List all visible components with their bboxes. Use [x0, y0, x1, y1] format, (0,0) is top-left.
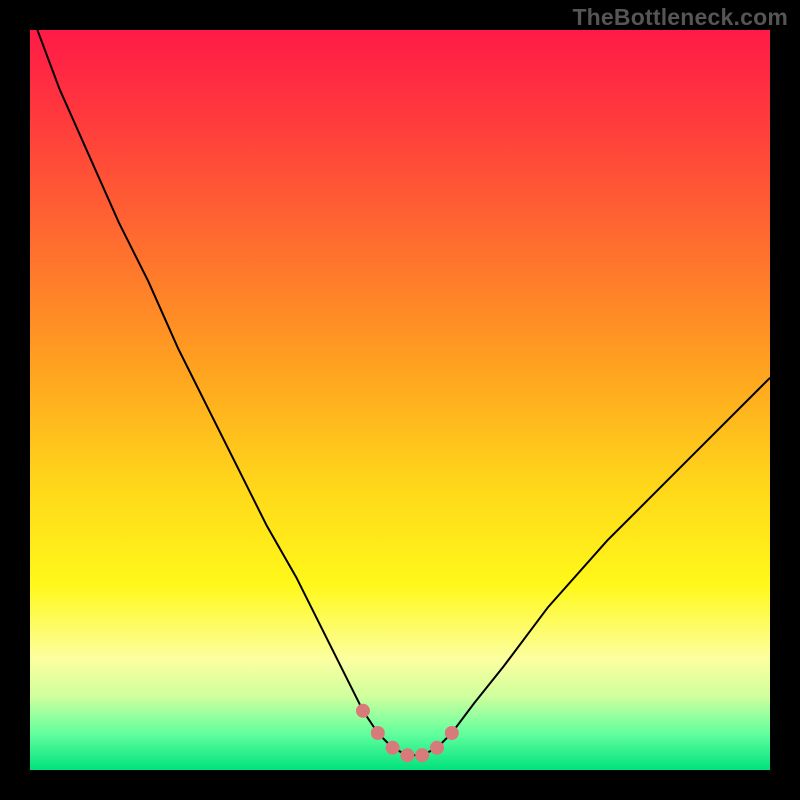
- min-dot: [445, 726, 459, 740]
- chart-frame: TheBottleneck.com: [0, 0, 800, 800]
- watermark-text: TheBottleneck.com: [572, 4, 788, 31]
- min-dot: [356, 704, 370, 718]
- min-dot: [400, 748, 414, 762]
- plot-area: [30, 30, 770, 770]
- min-region-dots: [30, 30, 770, 770]
- min-dot: [430, 741, 444, 755]
- min-dot: [371, 726, 385, 740]
- min-dot: [386, 741, 400, 755]
- min-dot: [415, 748, 429, 762]
- dots-group: [356, 704, 459, 762]
